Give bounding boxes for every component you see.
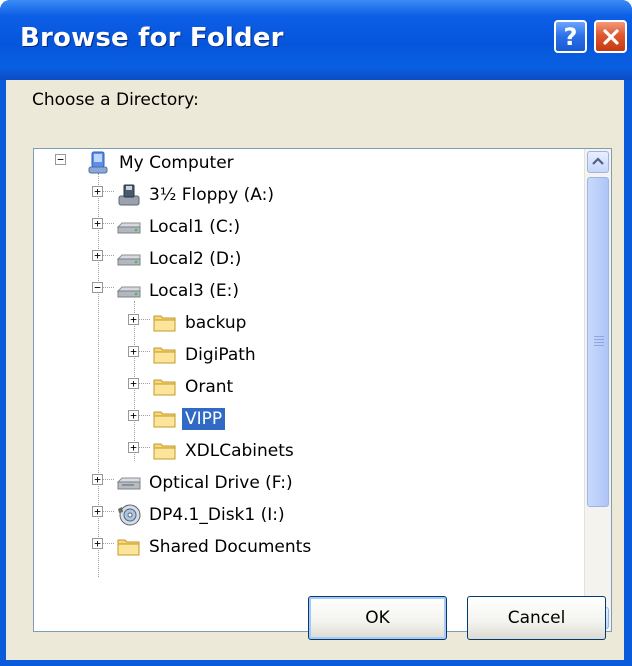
tree-item-dp41-disk1-i[interactable]: DP4.1_Disk1 (I:) — [116, 501, 288, 529]
tree-item-label: XDLCabinets — [185, 441, 294, 461]
expand-toggle[interactable]: + — [92, 506, 103, 517]
folder-icon — [153, 347, 176, 364]
thumb-grip — [594, 345, 604, 346]
expand-toggle[interactable]: + — [92, 474, 103, 485]
tree-item-floppy-a[interactable]: 3½ Floppy (A:) — [116, 181, 277, 209]
title-bar[interactable]: Browse for Folder ? — [0, 0, 632, 80]
cancel-button[interactable]: Cancel — [467, 596, 606, 640]
tree-item-label: Optical Drive (F:) — [149, 473, 293, 493]
thumb-grip — [594, 342, 604, 343]
tree-item-xdlcabinets[interactable]: XDLCabinets — [152, 437, 297, 465]
hard-drive-icon — [116, 222, 141, 234]
tree-item-local2-d[interactable]: Local2 (D:) — [116, 245, 244, 273]
tree-item-shared-documents[interactable]: Shared Documents — [116, 533, 314, 561]
tree-item-my-computer[interactable]: My Computer — [86, 149, 237, 177]
tree-item-backup[interactable]: backup — [152, 309, 249, 337]
ok-button[interactable]: OK — [308, 596, 447, 640]
tree-item-label: backup — [185, 313, 247, 333]
expand-toggle[interactable]: + — [128, 442, 139, 453]
expand-toggle[interactable]: + — [92, 250, 103, 261]
tree-item-orant[interactable]: Orant — [152, 373, 236, 401]
collapse-toggle[interactable]: − — [92, 282, 103, 293]
folder-icon — [153, 379, 176, 396]
folder-icon — [153, 411, 176, 428]
tree-item-digipath[interactable]: DigiPath — [152, 341, 259, 369]
vertical-scrollbar[interactable] — [584, 149, 611, 631]
expand-toggle[interactable]: + — [92, 218, 103, 229]
scroll-thumb[interactable] — [587, 177, 609, 507]
computer-icon — [88, 151, 108, 174]
expand-toggle[interactable]: + — [128, 314, 139, 325]
tree-item-label: Orant — [185, 377, 234, 397]
tree-item-label: My Computer — [119, 153, 234, 173]
hard-drive-icon — [116, 286, 141, 298]
tree-item-label: Local2 (D:) — [149, 249, 242, 269]
hard-drive-icon — [116, 254, 141, 266]
cd-disc-icon — [118, 504, 141, 526]
scroll-up-button[interactable] — [587, 151, 609, 173]
expand-toggle[interactable]: + — [92, 186, 103, 197]
folder-tree[interactable]: − My Computer + 3½ Floppy (A:) + Local1 … — [33, 148, 612, 632]
tree-item-label: DP4.1_Disk1 (I:) — [149, 505, 285, 525]
folder-icon — [153, 443, 176, 460]
optical-drive-icon — [116, 477, 141, 490]
expand-toggle[interactable]: + — [128, 378, 139, 389]
tree-item-label: 3½ Floppy (A:) — [149, 185, 274, 205]
chevron-up-icon — [592, 157, 604, 165]
tree-item-label: Shared Documents — [149, 537, 312, 557]
collapse-toggle[interactable]: − — [55, 154, 66, 165]
help-button[interactable]: ? — [554, 20, 587, 53]
tree-item-vipp[interactable]: VIPP — [152, 405, 226, 433]
expand-toggle[interactable]: + — [128, 346, 139, 357]
dialog-body: Choose a Directory: − My Computer + 3½ F… — [6, 80, 624, 660]
thumb-grip — [594, 336, 604, 337]
floppy-drive-icon — [118, 184, 140, 206]
tree-item-local1-c[interactable]: Local1 (C:) — [116, 213, 243, 241]
tree-item-label: VIPP — [182, 408, 226, 430]
folder-icon — [117, 539, 140, 556]
prompt-label: Choose a Directory: — [32, 90, 199, 110]
thumb-grip — [594, 339, 604, 340]
browse-for-folder-dialog: Browse for Folder ? Choose a Directory: — [0, 0, 632, 666]
dialog-title: Browse for Folder — [20, 23, 284, 53]
tree-item-local3-e[interactable]: Local3 (E:) — [116, 277, 242, 305]
tree-item-label: Local1 (C:) — [149, 217, 241, 237]
tree-item-label: Local3 (E:) — [149, 281, 240, 301]
close-icon — [602, 28, 619, 45]
tree-item-optical-drive-f[interactable]: Optical Drive (F:) — [116, 469, 296, 497]
expand-toggle[interactable]: + — [92, 538, 103, 549]
expand-toggle[interactable]: + — [128, 410, 139, 421]
close-button[interactable] — [594, 20, 627, 53]
help-icon: ? — [563, 22, 578, 51]
tree-item-label: DigiPath — [185, 345, 256, 365]
folder-icon — [153, 315, 176, 332]
